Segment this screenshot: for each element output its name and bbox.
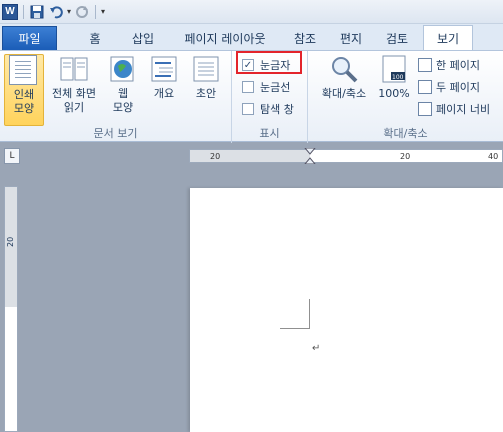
paragraph-mark: ↵ (312, 343, 321, 354)
button-label: 모양 (112, 101, 134, 114)
one-page-icon (418, 58, 432, 72)
zoom-100-button[interactable]: 100 100% (376, 54, 412, 101)
draft-icon (191, 54, 221, 84)
globe-icon (108, 54, 138, 84)
one-page-button[interactable]: 한 페이지 (418, 57, 480, 73)
button-label: 두 페이지 (436, 81, 480, 94)
indent-marker-icon[interactable] (304, 148, 316, 164)
ruler-tick-label: 20 (210, 152, 221, 161)
checkbox-unchecked-icon (242, 103, 254, 115)
page-100-icon: 100 (379, 54, 409, 84)
button-label: 페이지 너비 (436, 103, 491, 116)
outline-icon (149, 54, 179, 84)
button-label: 한 페이지 (436, 59, 480, 72)
gridlines-checkbox[interactable]: 눈금선 (242, 79, 290, 95)
two-pages-button[interactable]: 두 페이지 (418, 79, 480, 95)
tab-selector-icon[interactable]: L (4, 148, 20, 164)
save-icon[interactable] (29, 4, 45, 20)
outline-button[interactable]: 개요 (146, 54, 182, 101)
draft-button[interactable]: 초안 (188, 54, 224, 101)
tab-page-layout[interactable]: 페이지 레이아웃 (171, 26, 279, 50)
page-width-button[interactable]: 페이지 너비 (418, 101, 490, 117)
print-layout-icon (9, 55, 39, 85)
tab-review[interactable]: 검토 (377, 26, 417, 50)
tab-insert[interactable]: 삽입 (123, 26, 163, 50)
document-page[interactable] (190, 188, 503, 432)
separator (23, 4, 24, 19)
button-label: 웹 (117, 87, 129, 100)
navigation-pane-label: 탐색 창 (260, 103, 294, 116)
button-label: 전체 화면 (52, 87, 96, 100)
magnifier-icon (329, 54, 359, 84)
undo-icon[interactable] (48, 4, 64, 20)
button-label: 읽기 (63, 101, 85, 114)
full-screen-reading-icon (59, 54, 89, 84)
ruler-tick-label: 20 (6, 236, 15, 247)
zoom-button[interactable]: 확대/축소 (314, 54, 374, 101)
tab-view[interactable]: 보기 (423, 25, 473, 50)
two-pages-icon (418, 80, 432, 94)
highlight-frame (236, 51, 302, 74)
page-width-icon (418, 102, 432, 116)
group-label: 확대/축소 (383, 127, 428, 140)
button-label: 모양 (13, 102, 35, 115)
horizontal-ruler[interactable]: 20 20 40 (189, 148, 503, 164)
word-icon[interactable]: W (2, 3, 18, 20)
button-label: 인쇄 (13, 88, 35, 101)
ruler-tick-label: 20 (400, 152, 411, 161)
button-label: 개요 (153, 87, 175, 100)
tab-file[interactable]: 파일 (2, 26, 57, 50)
button-label: 100% (378, 87, 410, 100)
ruler-tick-label: 40 (488, 152, 499, 161)
vertical-ruler[interactable]: 20 (4, 186, 18, 432)
checkbox-unchecked-icon (242, 81, 254, 93)
tab-references[interactable]: 참조 (285, 26, 325, 50)
separator (95, 4, 97, 19)
ruler-margin (190, 150, 310, 162)
tab-home[interactable]: 홈 (75, 26, 115, 50)
zoom-group: 확대/축소 100 100% 한 페이지 두 페이지 페이지 너비 확대/축소 (308, 51, 503, 143)
quick-access-toolbar: W ▾ ▾ (0, 0, 503, 24)
group-label: 표시 (259, 127, 280, 140)
gridlines-label: 눈금선 (260, 81, 291, 94)
redo-icon[interactable] (74, 4, 90, 20)
button-label: 확대/축소 (321, 87, 367, 100)
group-label: 문서 보기 (93, 127, 138, 140)
ruler-margin (5, 187, 17, 307)
button-label: 초안 (195, 87, 217, 100)
print-layout-button[interactable]: 인쇄 모양 (4, 54, 44, 126)
document-views-group: 인쇄 모양 전체 화면 읽기 웹 모양 개요 초안 문서 보기 (0, 51, 232, 143)
navigation-pane-checkbox[interactable]: 탐색 창 (242, 101, 294, 117)
undo-dropdown-icon[interactable]: ▾ (67, 7, 71, 16)
web-layout-button[interactable]: 웹 모양 (106, 54, 140, 115)
customize-icon[interactable]: ▾ (101, 7, 105, 16)
svg-text:100: 100 (392, 74, 404, 81)
margin-corner-mark (280, 299, 310, 329)
ribbon-tabs: 파일 홈 삽입 페이지 레이아웃 참조 편지 검토 보기 (0, 24, 503, 50)
tab-mailings[interactable]: 편지 (331, 26, 371, 50)
full-screen-reading-button[interactable]: 전체 화면 읽기 (46, 54, 102, 115)
